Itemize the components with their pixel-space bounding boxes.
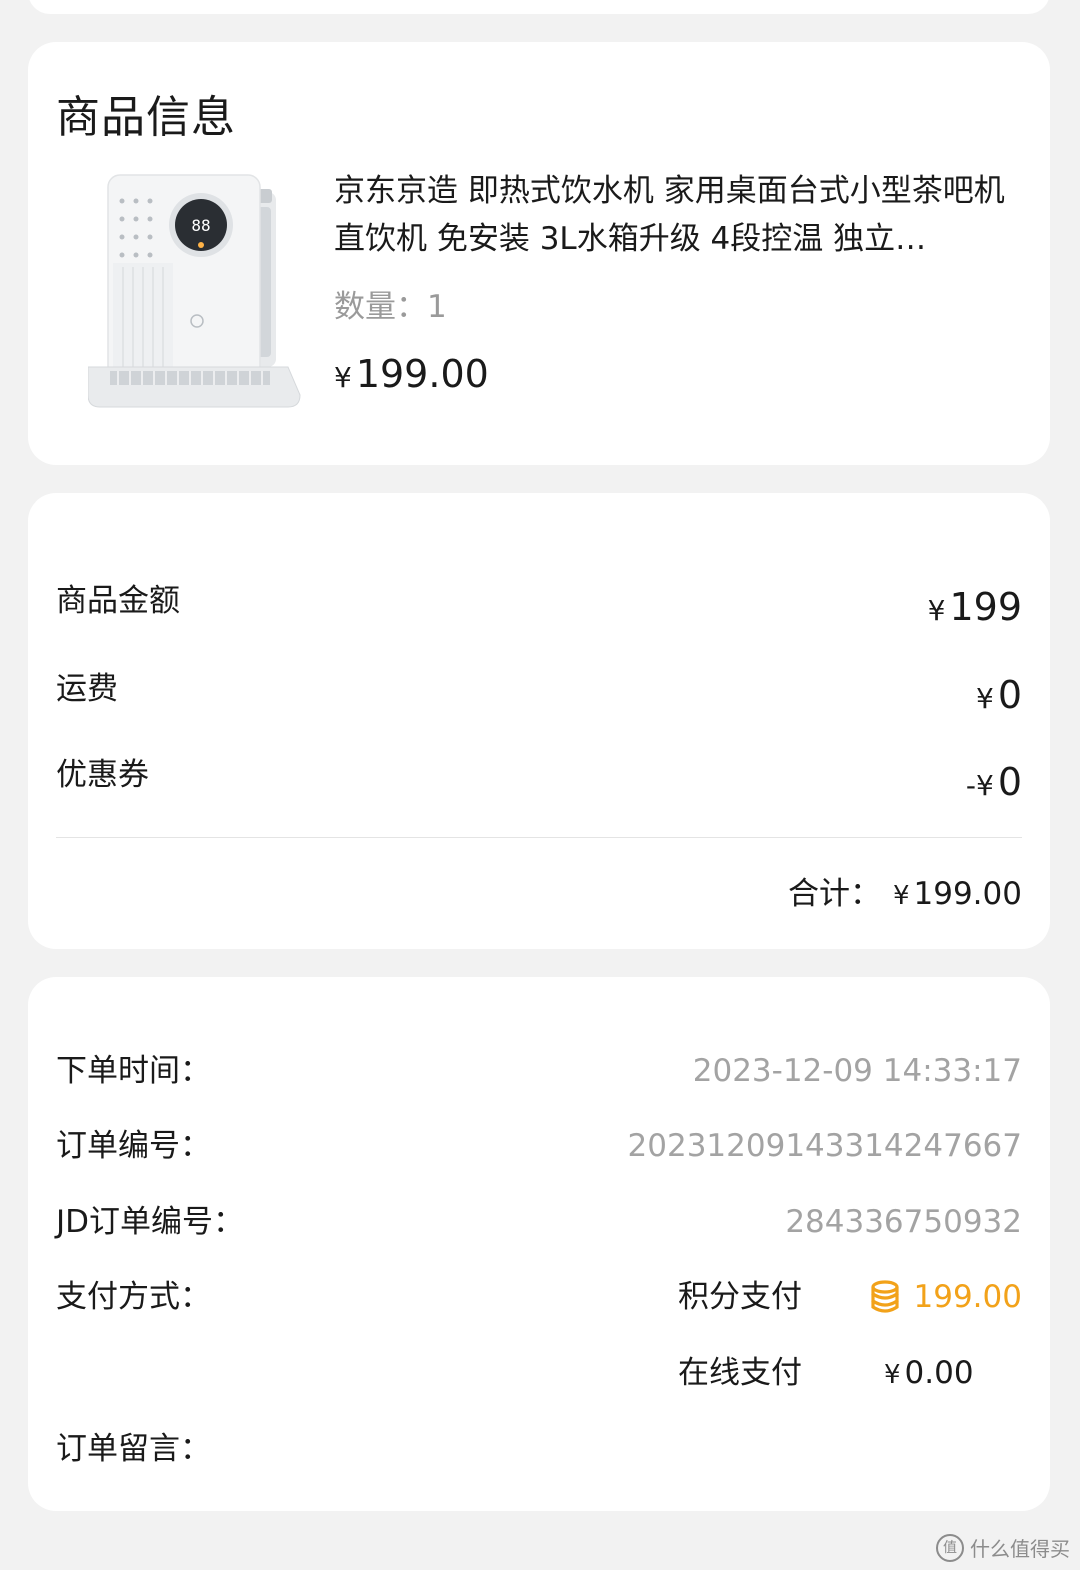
currency-symbol: ¥ bbox=[884, 1360, 901, 1390]
order-time-label: 下单时间： bbox=[56, 1053, 211, 1089]
shipping-number: 0 bbox=[997, 673, 1022, 717]
product-name[interactable]: 京东京造 即热式饮水机 家用桌面台式小型茶吧机直饮机 免安装 3L水箱升级 4段… bbox=[334, 167, 1024, 263]
online-payment-amount: ¥0.00 bbox=[884, 1351, 974, 1397]
total-label: 合计： bbox=[787, 876, 881, 912]
product-image[interactable]: 88 bbox=[87, 167, 318, 422]
order-remark-label: 订单留言： bbox=[56, 1431, 211, 1467]
order-number-value[interactable]: 20231209143314247667 bbox=[628, 1124, 1022, 1168]
payment-method-label: 支付方式： bbox=[56, 1279, 211, 1315]
goods-amount-label: 商品金额 bbox=[56, 583, 180, 619]
shipping-value: ¥0 bbox=[976, 669, 1022, 725]
coupon-number: 0 bbox=[997, 760, 1022, 804]
product-info-card: 商品信息 88 京东京造 即热式饮水机 家用桌面台式小型茶吧机直饮机 免安装 3… bbox=[28, 42, 1050, 465]
currency-symbol: ¥ bbox=[892, 881, 910, 911]
points-payment-method: 积分支付 bbox=[678, 1279, 802, 1315]
quantity-label: 数量： bbox=[334, 289, 427, 325]
online-amount-value: 0.00 bbox=[904, 1355, 974, 1391]
section-title: 商品信息 bbox=[56, 92, 236, 143]
coupon-prefix: - bbox=[965, 769, 976, 802]
coupon-value: -¥ 0 bbox=[966, 756, 1022, 812]
price-value: 199.00 bbox=[355, 352, 489, 396]
amount-summary-card: 商品金额 ¥199 运费 ¥0 优惠券 -¥ 0 合计： ¥199.00 bbox=[28, 493, 1050, 949]
order-info-card: 下单时间： 2023-12-09 14:33:17 订单编号： 20231209… bbox=[28, 977, 1050, 1511]
currency-symbol: ¥ bbox=[334, 361, 352, 394]
quantity-value: 1 bbox=[427, 289, 447, 325]
coin-stack-icon bbox=[870, 1280, 900, 1314]
previous-card bbox=[28, 0, 1050, 14]
goods-amount-value: ¥199 bbox=[928, 581, 1022, 637]
currency-symbol: ¥ bbox=[927, 594, 946, 627]
order-time-value: 2023-12-09 14:33:17 bbox=[692, 1053, 1022, 1089]
online-payment-method: 在线支付 bbox=[678, 1355, 802, 1391]
points-amount-value: 199.00 bbox=[913, 1279, 1022, 1315]
product-quantity: 数量：1 bbox=[334, 284, 447, 330]
shipping-label: 运费 bbox=[56, 671, 118, 707]
order-number-label: 订单编号： bbox=[56, 1128, 211, 1164]
site-watermark: 值 什么值得买 bbox=[936, 1533, 1070, 1562]
jd-order-number-label: JD订单编号： bbox=[56, 1204, 245, 1240]
currency-symbol: ¥ bbox=[975, 682, 994, 715]
watermark-logo-icon: 值 bbox=[936, 1533, 964, 1562]
total-amount: 合计： ¥199.00 bbox=[788, 871, 1022, 919]
watermark-text: 什么值得买 bbox=[970, 1537, 1070, 1561]
points-payment-amount: 199.00 bbox=[870, 1275, 1022, 1319]
coupon-label: 优惠券 bbox=[56, 757, 149, 793]
currency-symbol: ¥ bbox=[975, 769, 994, 802]
divider bbox=[56, 837, 1022, 838]
goods-amount-number: 199 bbox=[949, 585, 1022, 629]
display-digits: 88 bbox=[191, 216, 210, 235]
product-price: ¥199.00 bbox=[334, 345, 489, 407]
total-value: 199.00 bbox=[913, 876, 1022, 912]
jd-order-number-value[interactable]: 284336750932 bbox=[785, 1200, 1022, 1244]
